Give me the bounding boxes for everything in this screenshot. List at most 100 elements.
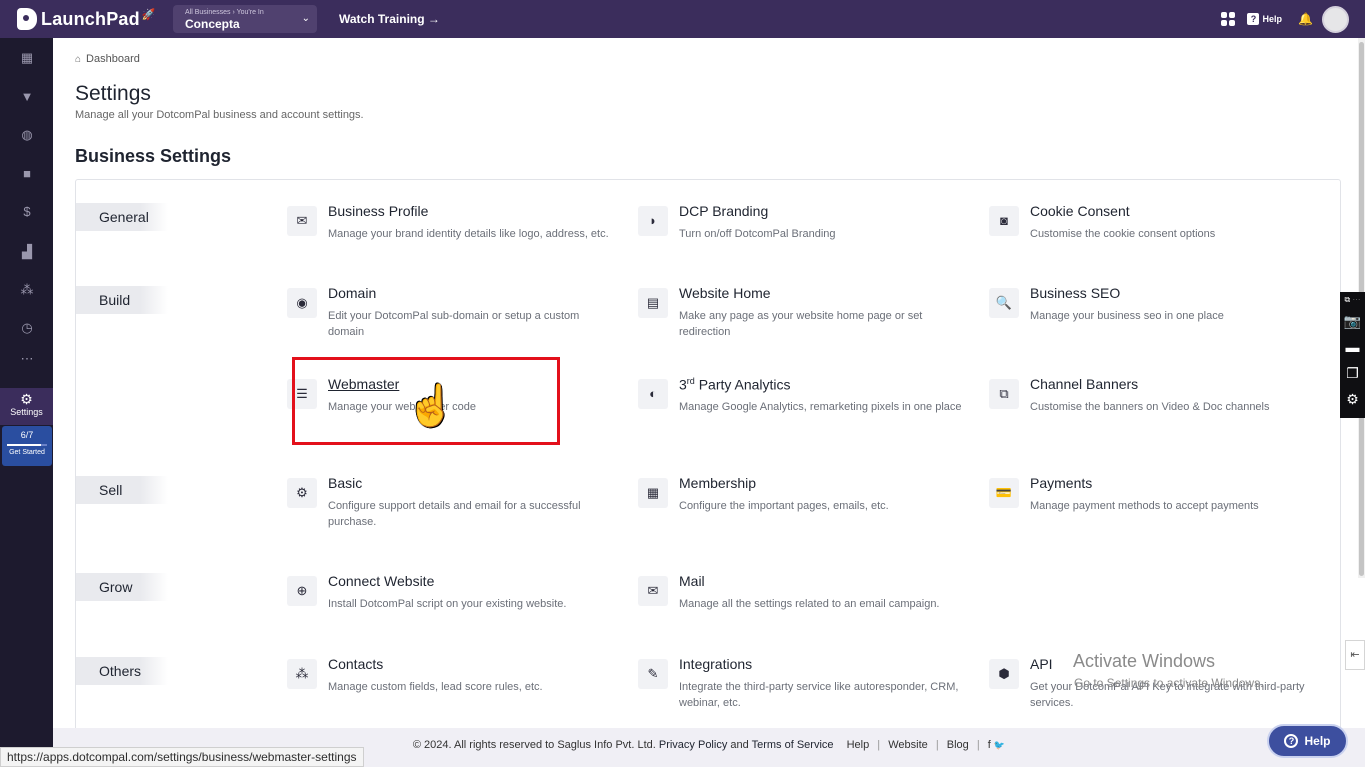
left-sidebar: ▦ ▼ ◍ ■ $ ▟ ⁂ ◷ ⋯ ⚙ Settings 6/7 Get Sta… xyxy=(0,38,53,767)
setting-title: DCP Branding xyxy=(679,203,769,219)
category-sell: Sell xyxy=(76,476,168,504)
breadcrumb[interactable]: ⌂ Dashboard xyxy=(75,53,140,65)
analytics-icon[interactable]: ▟ xyxy=(20,245,34,259)
membership-icon: ▦ xyxy=(638,478,668,508)
breadcrumb-dashboard[interactable]: Dashboard xyxy=(86,53,140,65)
setting-title: Mail xyxy=(679,573,705,589)
twitter-icon[interactable]: 🐦 xyxy=(994,740,1005,750)
business-switcher[interactable]: All Businesses › You're In Concepta ⌄ xyxy=(173,5,317,33)
collapse-panel-icon[interactable]: ⇤ xyxy=(1345,640,1365,670)
settings-gear-icon[interactable]: ⚙ xyxy=(1340,386,1365,412)
title-number: 3 xyxy=(679,376,687,393)
cookie-icon: ◙ xyxy=(989,206,1019,236)
footer-help-link[interactable]: Help xyxy=(847,739,870,751)
more-icon[interactable]: ⋯ xyxy=(20,352,34,366)
avatar[interactable] xyxy=(1322,5,1349,33)
footer-divider: | xyxy=(976,739,980,751)
dashboard-icon[interactable]: ▦ xyxy=(20,51,34,65)
domain-globe-icon: ◉ xyxy=(287,288,317,318)
setting-title: Channel Banners xyxy=(1030,376,1139,392)
setting-description: Customise the banners on Video & Doc cha… xyxy=(1030,401,1270,413)
briefcase-icon: ✉ xyxy=(287,206,317,236)
status-bar-url: https://apps.dotcompal.com/settings/busi… xyxy=(0,747,364,767)
setting-description: Configure the important pages, emails, e… xyxy=(679,500,889,512)
footer-divider: | xyxy=(935,739,939,751)
chevron-down-icon: ⌄ xyxy=(301,13,310,24)
gear-icon: ⚙ xyxy=(287,478,317,508)
footer-blog-link[interactable]: Blog xyxy=(947,739,969,751)
help-button-label: Help xyxy=(1304,734,1331,748)
launchpad-logo[interactable]: LaunchPad 🚀 xyxy=(17,8,172,30)
footer-and: and xyxy=(730,739,749,751)
video-record-icon[interactable]: ▬ xyxy=(1340,334,1365,360)
terms-link[interactable]: Terms of Service xyxy=(752,739,834,751)
category-general: General xyxy=(76,203,168,231)
category-grow: Grow xyxy=(76,573,168,601)
app-name: LaunchPad xyxy=(41,8,140,29)
setting-title: Integrations xyxy=(679,656,753,672)
cube-icon: ⬢ xyxy=(989,659,1019,689)
setting-title: Payments xyxy=(1030,475,1093,491)
setting-description: Customise the cookie consent options xyxy=(1030,228,1216,240)
page-subtitle: Manage all your DotcomPal business and a… xyxy=(75,109,364,121)
globe-icon[interactable]: ◍ xyxy=(20,128,34,142)
setting-description: Manage Google Analytics, remarketing pix… xyxy=(679,401,962,413)
setting-description: Manage your business seo in one place xyxy=(1030,310,1224,322)
link-more-icon[interactable]: ⧉ ⋯ xyxy=(1340,292,1365,308)
browser-window-icon: ▤ xyxy=(638,288,668,318)
activate-windows-title: Activate Windows xyxy=(1073,651,1216,671)
video-icon[interactable]: ■ xyxy=(20,167,34,181)
watch-training-link[interactable]: Watch Training → xyxy=(339,12,440,26)
apps-grid-icon[interactable] xyxy=(1221,12,1236,26)
screen-capture-icon[interactable]: ❐ xyxy=(1340,360,1365,386)
setting-description: Turn on/off DotcomPal Branding xyxy=(679,228,836,240)
bell-icon[interactable]: 🔔 xyxy=(1298,12,1313,26)
setting-title: Contacts xyxy=(328,656,384,672)
facebook-icon[interactable]: f xyxy=(988,739,991,751)
home-icon: ⌂ xyxy=(75,53,82,65)
privacy-policy-link[interactable]: Privacy Policy xyxy=(659,739,727,751)
plug-icon: ✎ xyxy=(638,659,668,689)
setting-description: Manage custom fields, lead score rules, … xyxy=(328,681,543,693)
help-icon: ? xyxy=(1247,13,1260,25)
rocket-icon: 🚀 xyxy=(141,8,156,21)
help-menu[interactable]: ? Help xyxy=(1247,13,1282,25)
setting-description: Configure support details and email for … xyxy=(328,500,581,528)
funnel-icon[interactable]: ▼ xyxy=(20,90,34,104)
setting-description: Integrate the third-party service like a… xyxy=(679,681,959,709)
section-title: Business Settings xyxy=(75,146,232,166)
dollar-icon[interactable]: $ xyxy=(20,205,34,219)
setting-description: Manage all the settings related to an em… xyxy=(679,598,940,610)
footer-copyright: © 2024. All rights reserved to Saglus In… xyxy=(412,739,656,751)
setting-title: Membership xyxy=(679,475,757,491)
business-context-label: All Businesses › You're In xyxy=(185,9,264,16)
envelope-icon: ✉ xyxy=(638,576,668,606)
camera-icon[interactable]: 📷 xyxy=(1340,308,1365,334)
setting-description: Manage payment methods to accept payment… xyxy=(1030,500,1259,512)
setting-title: Domain xyxy=(328,285,377,301)
page-title: Settings xyxy=(75,82,151,105)
capture-toolbar: ⧉ ⋯ 📷 ▬ ❐ ⚙ xyxy=(1340,292,1365,418)
setting-title: Cookie Consent xyxy=(1030,203,1130,219)
category-build: Build xyxy=(76,286,168,314)
contacts-icon[interactable]: ⁂ xyxy=(20,283,34,297)
business-name: Concepta xyxy=(185,17,240,31)
setting-title: Connect Website xyxy=(328,573,435,589)
setting-title: Business SEO xyxy=(1030,285,1121,301)
banner-icon: ⧉ xyxy=(989,379,1019,409)
footer-divider: | xyxy=(877,739,881,751)
question-icon: ? xyxy=(1284,734,1299,748)
analytics-ring-icon: ◐ xyxy=(638,379,668,409)
setting-title: API xyxy=(1030,656,1053,672)
progress-fill xyxy=(7,444,42,446)
help-label: Help xyxy=(1262,14,1282,24)
get-started-progress[interactable]: 6/7 Get Started xyxy=(2,426,52,466)
sidebar-item-settings[interactable]: ⚙ Settings xyxy=(0,388,53,425)
setting-description: Install DotcomPal script on your existin… xyxy=(328,598,567,610)
footer-website-link[interactable]: Website xyxy=(888,739,928,751)
people-icon: ⁂ xyxy=(287,659,317,689)
floating-help-button[interactable]: ? Help xyxy=(1267,724,1348,758)
payment-card-icon: 💳 xyxy=(989,478,1019,508)
clock-icon[interactable]: ◷ xyxy=(20,321,34,335)
magnifier-icon: 🔍 xyxy=(989,288,1019,318)
